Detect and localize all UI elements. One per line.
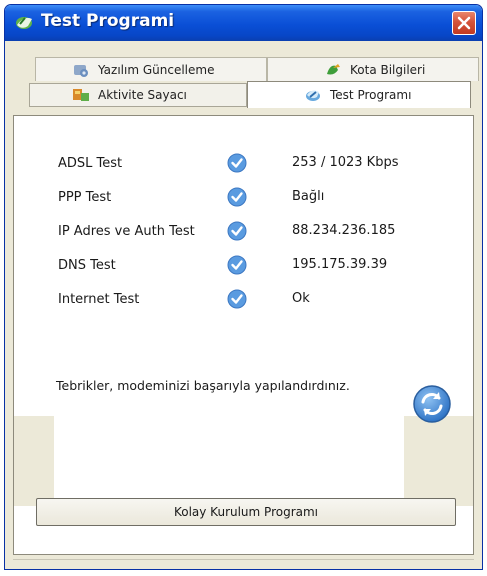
app-icon: [16, 17, 32, 29]
test-row-ip-auth: IP Adres ve Auth Test 88.234.236.185: [14, 221, 473, 245]
test-program-icon: [306, 90, 320, 101]
kolay-kurulum-button[interactable]: Kolay Kurulum Programı: [36, 498, 456, 526]
title-bar[interactable]: Test Programi: [5, 5, 482, 41]
success-message: Tebrikler, modeminizi başarıyla yapıland…: [56, 378, 350, 393]
check-icon: [227, 255, 247, 275]
test-name: IP Adres ve Auth Test: [58, 224, 195, 239]
test-name: Internet Test: [58, 292, 140, 307]
test-name: PPP Test: [58, 190, 112, 205]
close-icon: [457, 16, 471, 30]
test-name: DNS Test: [58, 258, 116, 273]
tab-aktivite-sayaci[interactable]: Aktivite Sayacı: [29, 83, 247, 107]
test-value: 88.234.236.185: [292, 223, 396, 238]
window-title: Test Programi: [41, 11, 175, 31]
tab-label: Kota Bilgileri: [350, 62, 426, 77]
test-row-dns: DNS Test 195.175.39.39: [14, 255, 473, 279]
test-row-ppp: PPP Test Bağlı: [14, 187, 473, 211]
app-window: Test Programi Yazılım Güncelleme Kota Bi…: [4, 4, 483, 570]
tab-label: Test Programı: [330, 88, 412, 102]
test-value: 253 / 1023 Kbps: [292, 155, 399, 170]
tab-kota-bilgileri[interactable]: Kota Bilgileri: [267, 57, 479, 81]
right-filler: [404, 416, 473, 506]
close-button[interactable]: [452, 11, 476, 35]
tab-yazilim-guncelleme[interactable]: Yazılım Güncelleme: [35, 57, 267, 81]
refresh-icon[interactable]: [412, 384, 452, 424]
test-value: Ok: [292, 291, 310, 306]
software-update-icon: [74, 64, 88, 77]
tab-label: Aktivite Sayacı: [98, 88, 187, 102]
left-filler: [14, 416, 54, 506]
check-icon: [227, 187, 247, 207]
test-panel: ADSL Test 253 / 1023 Kbps PPP Test Bağlı…: [13, 115, 474, 555]
activity-counter-icon: [73, 89, 89, 101]
check-icon: [227, 221, 247, 241]
quota-info-icon: [327, 63, 340, 74]
status-divider: [13, 559, 474, 560]
test-value: 195.175.39.39: [292, 257, 388, 272]
check-icon: [227, 289, 247, 309]
test-row-internet: Internet Test Ok: [14, 289, 473, 313]
tab-test-programi[interactable]: Test Programı: [247, 81, 471, 108]
tab-label: Yazılım Güncelleme: [98, 62, 215, 77]
test-value: Bağlı: [292, 189, 325, 204]
test-row-adsl: ADSL Test 253 / 1023 Kbps: [14, 153, 473, 177]
check-icon: [227, 153, 247, 173]
test-name: ADSL Test: [58, 156, 123, 171]
